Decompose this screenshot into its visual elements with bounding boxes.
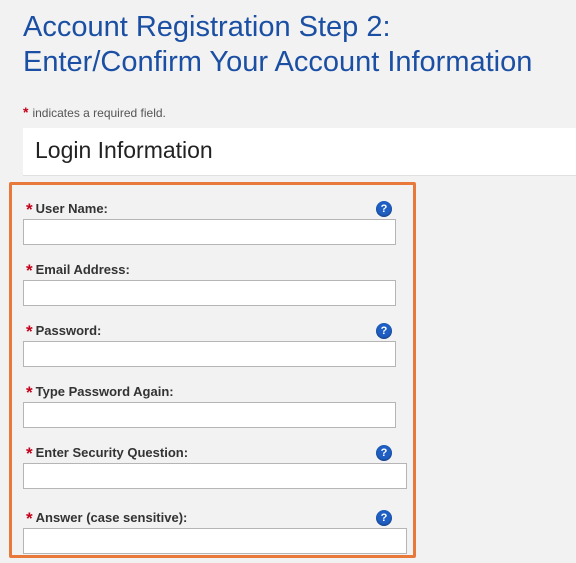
email-address-input[interactable]	[23, 280, 396, 306]
help-icon[interactable]: ?	[376, 445, 392, 461]
required-asterisk-icon: *	[23, 104, 29, 120]
password-input[interactable]	[23, 341, 396, 367]
login-form: * User Name: ? * Email Address: * Password:…	[9, 182, 416, 558]
user-name-input[interactable]	[23, 219, 396, 245]
required-asterisk-icon: *	[26, 322, 33, 341]
help-icon[interactable]: ?	[376, 510, 392, 526]
required-note-text: indicates a required field.	[32, 106, 166, 120]
security-answer-label: * Answer (case sensitive):	[26, 509, 188, 528]
password-label: * Password:	[26, 322, 102, 341]
security-question-input[interactable]	[23, 463, 407, 489]
confirm-password-input[interactable]	[23, 402, 396, 428]
required-asterisk-icon: *	[26, 200, 33, 219]
required-asterisk-icon: *	[26, 261, 33, 280]
required-field-note: * indicates a required field.	[23, 104, 166, 121]
page-title: Account Registration Step 2: Enter/Confi…	[23, 10, 532, 80]
required-asterisk-icon: *	[26, 509, 33, 528]
section-title: Login Information	[35, 137, 213, 163]
section-header-login-information: Login Information	[23, 128, 576, 176]
user-name-label: * User Name:	[26, 200, 108, 219]
required-asterisk-icon: *	[26, 383, 33, 402]
page-title-line-2: Enter/Confirm Your Account Information	[23, 46, 533, 78]
required-asterisk-icon: *	[26, 444, 33, 463]
confirm-password-label: * Type Password Again:	[26, 383, 174, 402]
page-title-line-1: Account Registration Step 2:	[23, 11, 391, 43]
email-address-label: * Email Address:	[26, 261, 130, 280]
security-question-label: * Enter Security Question:	[26, 444, 189, 463]
security-answer-input[interactable]	[23, 528, 407, 554]
help-icon[interactable]: ?	[376, 201, 392, 217]
help-icon[interactable]: ?	[376, 323, 392, 339]
